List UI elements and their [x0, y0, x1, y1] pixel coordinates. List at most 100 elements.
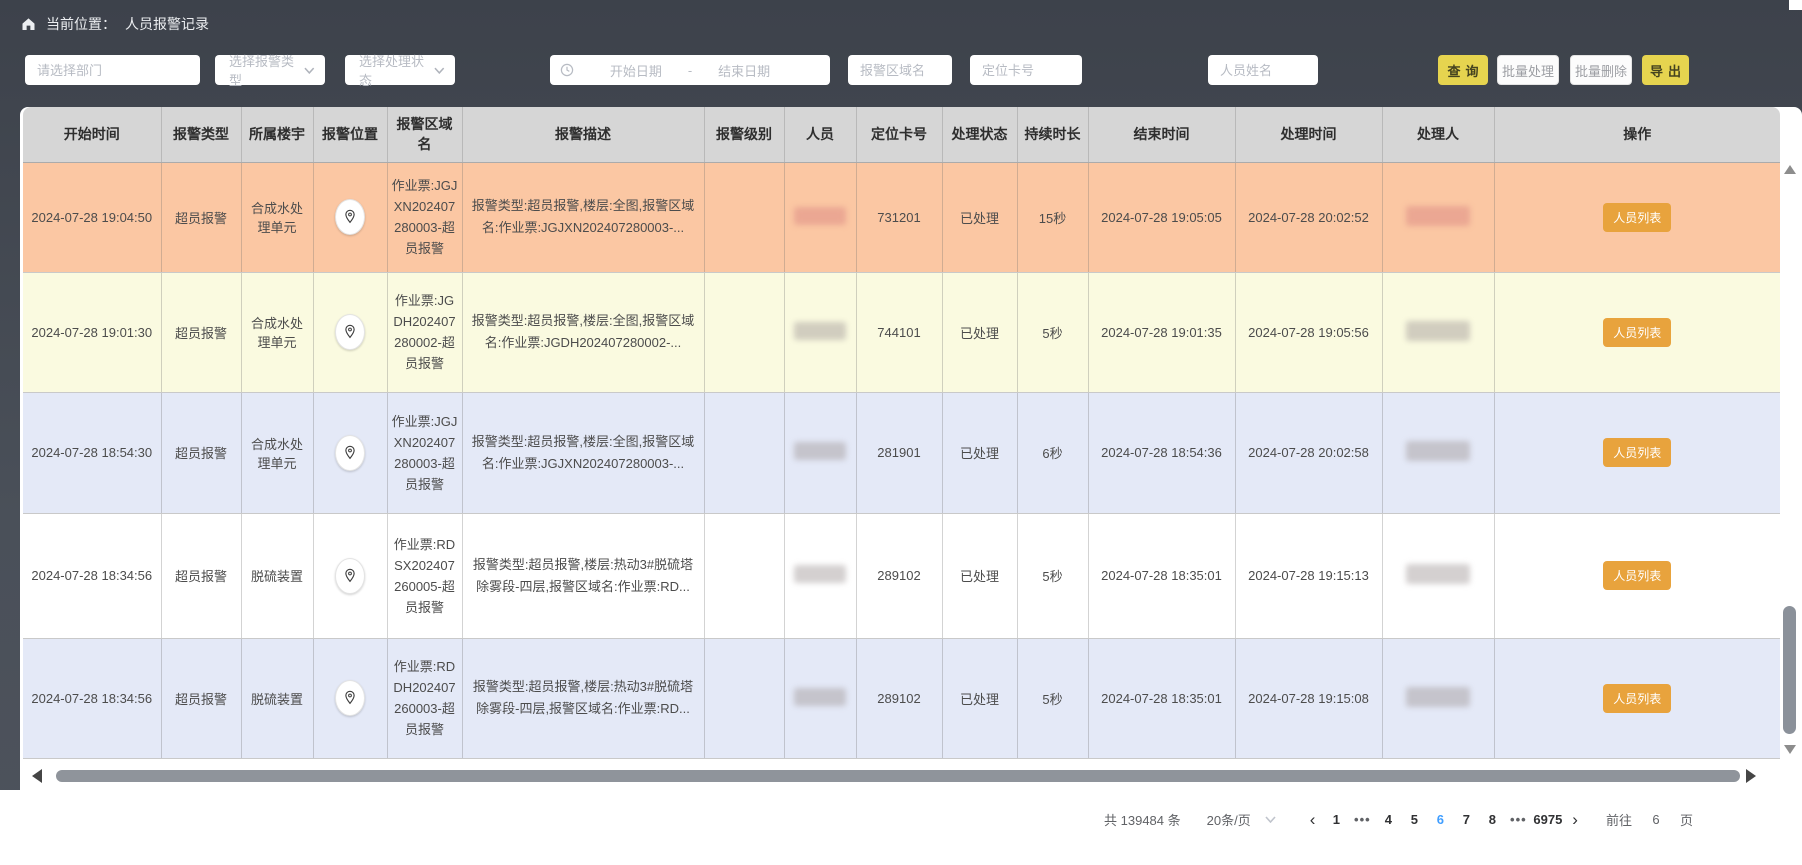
page-size-select[interactable]: 20条/页 [1207, 810, 1276, 829]
cell-area-name: 作业票:JGDH202407280002-超员报警 [387, 272, 462, 392]
cell-duration: 5秒 [1017, 513, 1088, 638]
person-list-button[interactable]: 人员列表 [1603, 561, 1671, 590]
location-pin-icon[interactable] [335, 558, 365, 594]
goto-unit-label: 页 [1680, 810, 1693, 829]
next-page-button[interactable]: › [1564, 811, 1586, 828]
page-button-6-active[interactable]: 6 [1427, 812, 1453, 827]
cell-level [704, 638, 784, 758]
chevron-down-icon [434, 67, 445, 74]
cell-building: 脱硫装置 [241, 638, 313, 758]
person-list-button[interactable]: 人员列表 [1603, 684, 1671, 713]
person-name-input[interactable] [1208, 55, 1318, 85]
cell-level [704, 392, 784, 513]
col-card-no: 定位卡号 [856, 107, 942, 162]
location-pin-icon[interactable] [335, 680, 365, 716]
date-range-picker[interactable]: 开始日期 - 结束日期 [550, 55, 830, 85]
home-icon[interactable] [20, 16, 37, 32]
page-button-5[interactable]: 5 [1401, 812, 1427, 827]
cell-building: 合成水处理单元 [241, 392, 313, 513]
breadcrumb-label: 当前位置： [46, 14, 116, 34]
page-ellipsis-right[interactable]: ••• [1505, 812, 1531, 827]
clock-icon [560, 63, 574, 77]
table-row[interactable]: 2024-07-28 18:54:30 超员报警 合成水处理单元 作业票:JGJ… [23, 392, 1780, 513]
cell-building: 合成水处理单元 [241, 272, 313, 392]
handle-status-select[interactable]: 选择处理状态 [345, 55, 455, 85]
col-alarm-type: 报警类型 [161, 107, 241, 162]
scroll-left-icon[interactable] [32, 769, 42, 783]
cell-handle-time: 2024-07-28 20:02:52 [1235, 162, 1382, 272]
scroll-right-icon[interactable] [1746, 769, 1756, 783]
alarm-records-table: 开始时间 报警类型 所属楼宇 报警位置 报警区域名 报警描述 报警级别 人员 定… [23, 107, 1780, 759]
area-name-input[interactable] [848, 55, 952, 85]
location-pin-icon[interactable] [335, 199, 365, 235]
alarm-type-select-placeholder: 选择报警类型 [229, 51, 304, 89]
page-ellipsis-left[interactable]: ••• [1349, 812, 1375, 827]
batch-delete-button[interactable]: 批量删除 [1570, 55, 1632, 85]
col-end-time: 结束时间 [1088, 107, 1235, 162]
cell-start-time: 2024-07-28 19:01:30 [23, 272, 161, 392]
cell-location [313, 638, 387, 758]
person-list-button[interactable]: 人员列表 [1603, 438, 1671, 467]
vertical-scroll-thumb[interactable] [1783, 606, 1796, 734]
date-separator: - [688, 63, 692, 78]
page-button-7[interactable]: 7 [1453, 812, 1479, 827]
table-row[interactable]: 2024-07-28 19:01:30 超员报警 合成水处理单元 作业票:JGD… [23, 272, 1780, 392]
col-description: 报警描述 [462, 107, 704, 162]
cell-location [313, 272, 387, 392]
cell-start-time: 2024-07-28 18:34:56 [23, 513, 161, 638]
page-size-value: 20条/页 [1207, 810, 1251, 829]
person-list-button[interactable]: 人员列表 [1603, 318, 1671, 347]
prev-page-button[interactable]: ‹ [1302, 811, 1324, 828]
query-button[interactable]: 查询 [1438, 55, 1488, 85]
location-pin-icon[interactable] [335, 435, 365, 471]
cell-level [704, 272, 784, 392]
page-button-6975[interactable]: 6975 [1531, 812, 1564, 827]
cell-card-no: 289102 [856, 513, 942, 638]
chevron-down-icon [304, 67, 315, 74]
scroll-down-icon[interactable] [1784, 745, 1796, 754]
cell-handler [1382, 392, 1494, 513]
table-row[interactable]: 2024-07-28 18:34:56 超员报警 脱硫装置 作业票:RDSX20… [23, 513, 1780, 638]
cell-duration: 6秒 [1017, 392, 1088, 513]
person-list-button[interactable]: 人员列表 [1603, 203, 1671, 232]
cell-status: 已处理 [942, 272, 1017, 392]
redacted-handler-name [1406, 564, 1470, 584]
cell-alarm-type: 超员报警 [161, 638, 241, 758]
pagination: 共 139484 条 20条/页 ‹ 1 ••• 4 5 6 7 8 ••• 6… [1104, 804, 1693, 834]
alarm-type-select[interactable]: 选择报警类型 [215, 55, 325, 85]
col-level: 报警级别 [704, 107, 784, 162]
department-input[interactable] [25, 55, 200, 85]
cell-description: 报警类型:超员报警,楼层:热动3#脱硫塔除雾段-四层,报警区域名:作业票:RD.… [462, 513, 704, 638]
page-button-8[interactable]: 8 [1479, 812, 1505, 827]
cell-card-no: 731201 [856, 162, 942, 272]
card-no-input[interactable] [970, 55, 1082, 85]
cell-description: 报警类型:超员报警,楼层:热动3#脱硫塔除雾段-四层,报警区域名:作业票:RD.… [462, 638, 704, 758]
table-row[interactable]: 2024-07-28 19:04:50 超员报警 合成水处理单元 作业票:JGJ… [23, 162, 1780, 272]
cell-status: 已处理 [942, 513, 1017, 638]
horizontal-scroll-thumb[interactable] [56, 770, 1740, 782]
horizontal-scrollbar[interactable] [20, 767, 1802, 785]
goto-page-input[interactable]: 6 [1644, 812, 1668, 827]
cell-building: 脱硫装置 [241, 513, 313, 638]
cell-status: 已处理 [942, 162, 1017, 272]
export-button[interactable]: 导出 [1642, 55, 1689, 85]
handle-status-select-placeholder: 选择处理状态 [359, 51, 434, 89]
col-start-time: 开始时间 [23, 107, 161, 162]
page-button-1[interactable]: 1 [1323, 812, 1349, 827]
alarm-records-panel: 开始时间 报警类型 所属楼宇 报警位置 报警区域名 报警描述 报警级别 人员 定… [20, 107, 1802, 790]
cell-location [313, 513, 387, 638]
cell-level [704, 513, 784, 638]
location-pin-icon[interactable] [335, 314, 365, 350]
cell-handle-time: 2024-07-28 20:02:58 [1235, 392, 1382, 513]
vertical-scrollbar[interactable] [1782, 165, 1797, 754]
table-row[interactable]: 2024-07-28 18:34:56 超员报警 脱硫装置 作业票:RDDH20… [23, 638, 1780, 758]
scroll-up-icon[interactable] [1784, 165, 1796, 174]
cell-card-no: 289102 [856, 638, 942, 758]
cell-person [784, 162, 856, 272]
cell-status: 已处理 [942, 392, 1017, 513]
cell-area-name: 作业票:JGJXN202407280003-超员报警 [387, 162, 462, 272]
cell-duration: 5秒 [1017, 272, 1088, 392]
batch-process-button[interactable]: 批量处理 [1497, 55, 1559, 85]
cell-area-name: 作业票:RDSX202407260005-超员报警 [387, 513, 462, 638]
page-button-4[interactable]: 4 [1375, 812, 1401, 827]
